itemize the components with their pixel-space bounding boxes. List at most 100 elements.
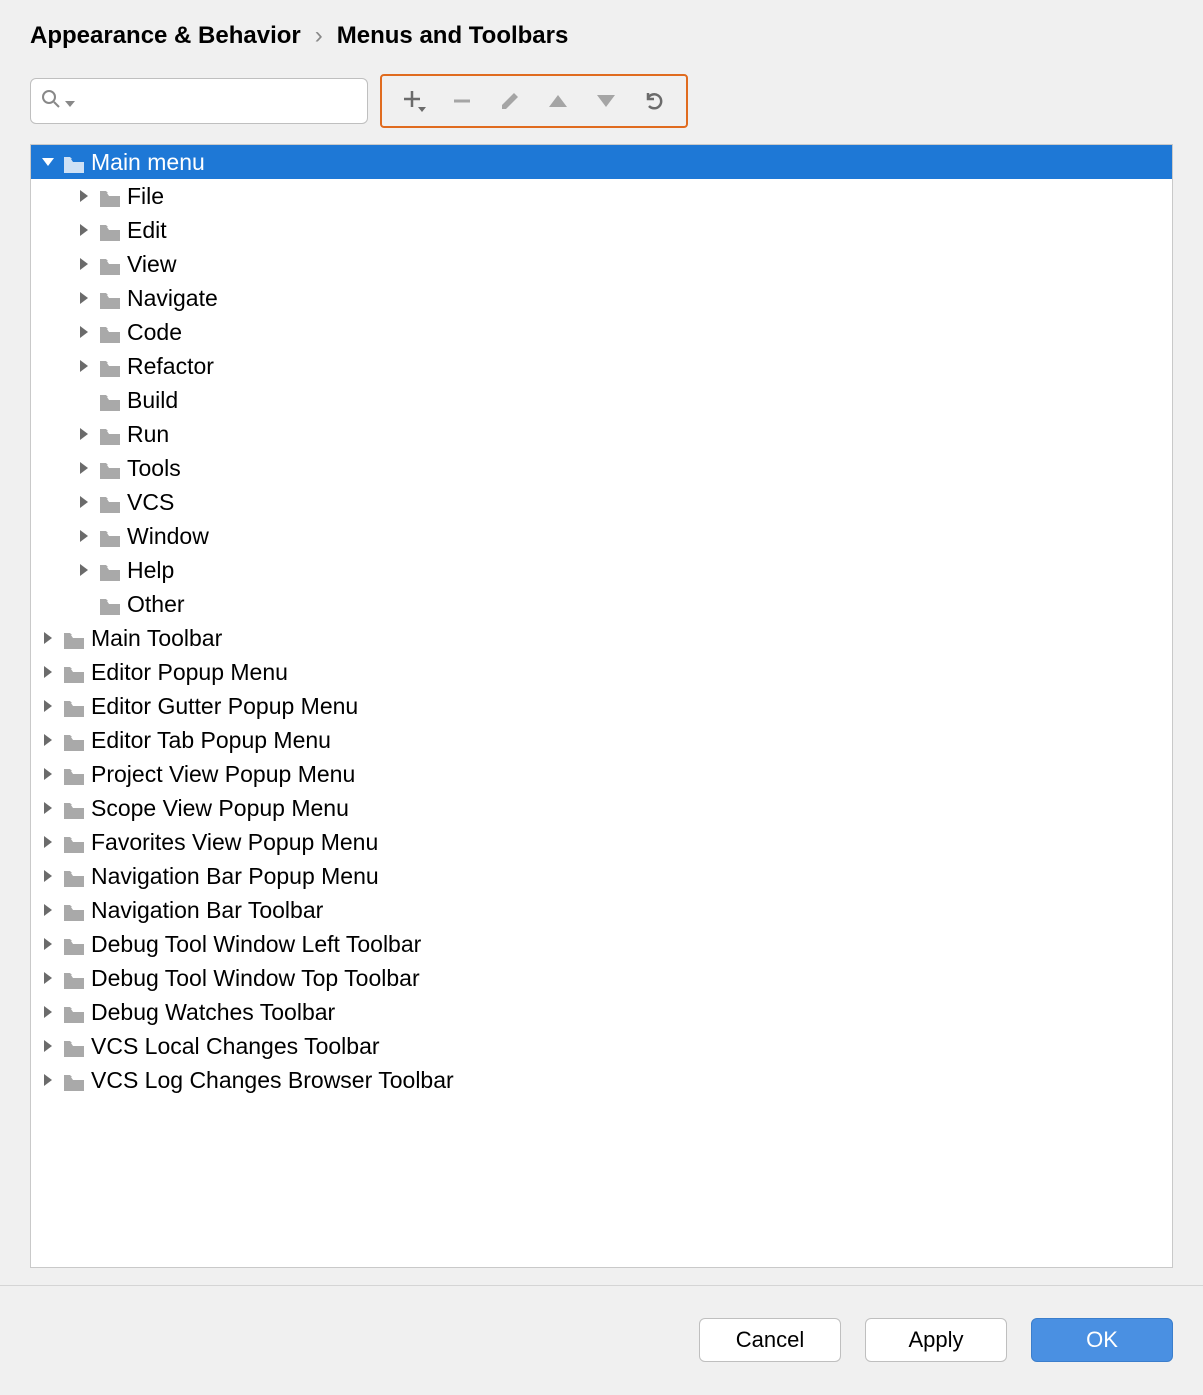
disclosure-closed-icon[interactable] — [75, 289, 93, 307]
tree-row[interactable]: VCS Log Changes Browser Toolbar — [31, 1063, 1172, 1097]
chevron-right-icon: › — [315, 22, 323, 50]
disclosure-closed-icon[interactable] — [39, 629, 57, 647]
menu-tree[interactable]: Main menu File Edit View NavigateCode Refacto… — [30, 144, 1173, 1268]
disclosure-closed-icon[interactable] — [39, 901, 57, 919]
disclosure-closed-icon[interactable] — [39, 1071, 57, 1089]
folder-icon — [99, 357, 121, 375]
disclosure-closed-icon[interactable] — [39, 799, 57, 817]
folder-icon — [99, 561, 121, 579]
folder-icon — [63, 867, 85, 885]
disclosure-closed-icon[interactable] — [75, 187, 93, 205]
tree-row[interactable]: Run — [31, 417, 1172, 451]
action-toolbar — [380, 74, 688, 128]
disclosure-closed-icon[interactable] — [75, 527, 93, 545]
tree-item-label: VCS — [127, 489, 174, 516]
disclosure-closed-icon[interactable] — [39, 663, 57, 681]
disclosure-closed-icon[interactable] — [39, 1003, 57, 1021]
tree-item-label: Main menu — [91, 149, 205, 176]
tree-item-label: Main Toolbar — [91, 625, 222, 652]
tree-item-label: Favorites View Popup Menu — [91, 829, 378, 856]
tree-row[interactable]: View — [31, 247, 1172, 281]
move-down-button[interactable] — [582, 79, 630, 123]
tree-item-label: Project View Popup Menu — [91, 761, 355, 788]
disclosure-closed-icon[interactable] — [39, 935, 57, 953]
tree-row[interactable]: Build — [31, 383, 1172, 417]
disclosure-closed-icon[interactable] — [75, 255, 93, 273]
disclosure-closed-icon[interactable] — [75, 425, 93, 443]
folder-icon — [99, 595, 121, 613]
tree-item-label: Scope View Popup Menu — [91, 795, 349, 822]
tree-row[interactable]: Help — [31, 553, 1172, 587]
disclosure-closed-icon[interactable] — [39, 867, 57, 885]
triangle-down-icon — [595, 93, 617, 109]
move-up-button[interactable] — [534, 79, 582, 123]
folder-icon — [63, 153, 85, 171]
breadcrumb-parent[interactable]: Appearance & Behavior — [30, 22, 301, 50]
tree-item-label: File — [127, 183, 164, 210]
folder-icon — [63, 663, 85, 681]
restore-button[interactable] — [630, 79, 678, 123]
tree-row[interactable]: Editor Tab Popup Menu — [31, 723, 1172, 757]
disclosure-closed-icon[interactable] — [75, 357, 93, 375]
minus-icon — [451, 90, 473, 112]
pencil-icon — [499, 90, 521, 112]
search-input[interactable] — [30, 78, 368, 124]
tree-row[interactable]: Debug Tool Window Top Toolbar — [31, 961, 1172, 995]
folder-icon — [99, 493, 121, 511]
edit-button[interactable] — [486, 79, 534, 123]
tree-item-label: VCS Local Changes Toolbar — [91, 1033, 380, 1060]
tree-item-label: Refactor — [127, 353, 214, 380]
tree-item-label: VCS Log Changes Browser Toolbar — [91, 1067, 454, 1094]
search-field[interactable] — [79, 88, 367, 114]
ok-button[interactable]: OK — [1031, 1318, 1173, 1362]
disclosure-closed-icon[interactable] — [39, 731, 57, 749]
tree-row[interactable]: Refactor — [31, 349, 1172, 383]
folder-icon — [63, 833, 85, 851]
disclosure-open-icon[interactable] — [39, 153, 57, 171]
tree-row[interactable]: Main menu — [31, 145, 1172, 179]
disclosure-closed-icon[interactable] — [75, 323, 93, 341]
undo-icon — [642, 89, 666, 113]
disclosure-closed-icon[interactable] — [39, 969, 57, 987]
tree-row[interactable]: Debug Tool Window Left Toolbar — [31, 927, 1172, 961]
remove-button[interactable] — [438, 79, 486, 123]
disclosure-closed-icon[interactable] — [39, 1037, 57, 1055]
disclosure-closed-icon[interactable] — [39, 697, 57, 715]
tree-row[interactable]: Editor Popup Menu — [31, 655, 1172, 689]
tree-row[interactable]: Window — [31, 519, 1172, 553]
folder-icon — [63, 799, 85, 817]
tree-item-label: View — [127, 251, 176, 278]
folder-icon — [99, 255, 121, 273]
add-button[interactable] — [390, 79, 438, 123]
disclosure-closed-icon[interactable] — [39, 765, 57, 783]
tree-row[interactable]: VCS Local Changes Toolbar — [31, 1029, 1172, 1063]
tree-row[interactable]: Code — [31, 315, 1172, 349]
tree-row[interactable]: Navigation Bar Toolbar — [31, 893, 1172, 927]
disclosure-closed-icon[interactable] — [75, 493, 93, 511]
folder-icon — [99, 391, 121, 409]
tree-item-label: Navigation Bar Popup Menu — [91, 863, 379, 890]
disclosure-closed-icon[interactable] — [75, 561, 93, 579]
apply-button[interactable]: Apply — [865, 1318, 1007, 1362]
tree-row[interactable]: Main Toolbar — [31, 621, 1172, 655]
tree-row[interactable]: Editor Gutter Popup Menu — [31, 689, 1172, 723]
tree-row[interactable]: Navigate — [31, 281, 1172, 315]
tree-row[interactable]: File — [31, 179, 1172, 213]
cancel-button[interactable]: Cancel — [699, 1318, 841, 1362]
tree-row[interactable]: VCS — [31, 485, 1172, 519]
disclosure-closed-icon[interactable] — [75, 221, 93, 239]
tree-row[interactable]: Other — [31, 587, 1172, 621]
tree-row[interactable]: Navigation Bar Popup Menu — [31, 859, 1172, 893]
disclosure-closed-icon[interactable] — [75, 459, 93, 477]
folder-icon — [63, 731, 85, 749]
tree-row[interactable]: Scope View Popup Menu — [31, 791, 1172, 825]
disclosure-closed-icon[interactable] — [39, 833, 57, 851]
tree-row[interactable]: Tools — [31, 451, 1172, 485]
tree-row[interactable]: Favorites View Popup Menu — [31, 825, 1172, 859]
toolbar-row — [30, 74, 1173, 128]
tree-item-label: Editor Tab Popup Menu — [91, 727, 331, 754]
tree-row[interactable]: Edit — [31, 213, 1172, 247]
dropdown-caret-icon[interactable] — [65, 88, 75, 115]
tree-row[interactable]: Debug Watches Toolbar — [31, 995, 1172, 1029]
tree-row[interactable]: Project View Popup Menu — [31, 757, 1172, 791]
